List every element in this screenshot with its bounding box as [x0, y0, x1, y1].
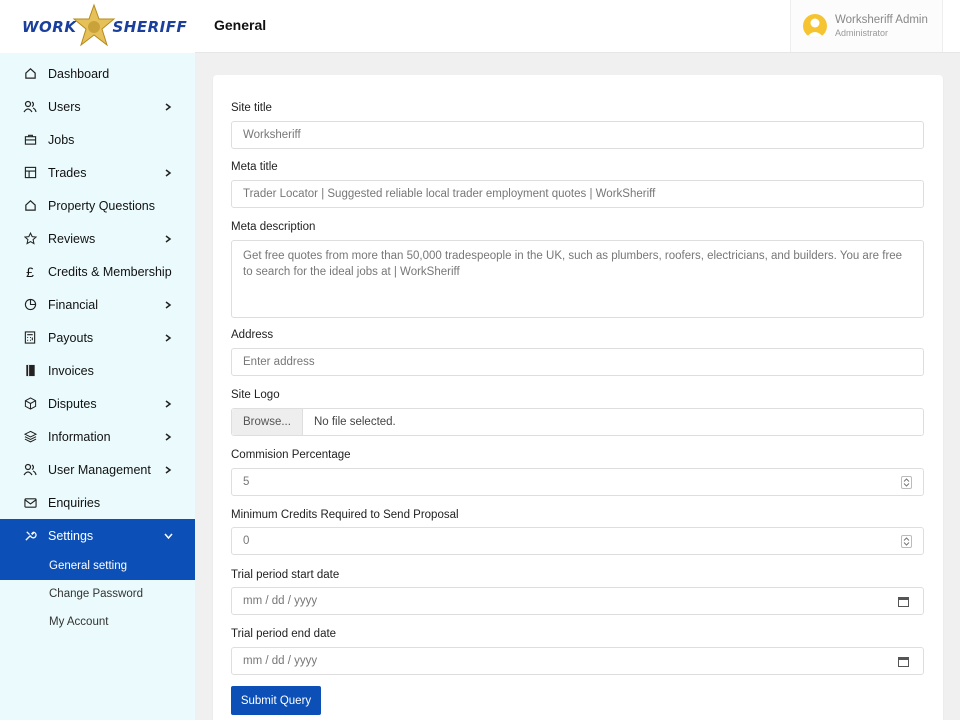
logo-text-left: WORK	[22, 17, 77, 36]
briefcase-icon	[23, 133, 37, 147]
user-name: Worksheriff Admin	[835, 14, 928, 26]
address-input[interactable]: Enter address	[231, 348, 924, 376]
trial-start-date-input[interactable]: mm / dd / yyyy	[231, 587, 924, 615]
commission-input[interactable]: 5	[231, 468, 924, 496]
meta-description-textarea[interactable]: Get free quotes from more than 50,000 tr…	[231, 240, 924, 318]
sidebar-item-information[interactable]: Information	[0, 420, 195, 453]
sidebar-item-settings[interactable]: Settings	[0, 519, 195, 552]
submenu-item-change-password[interactable]: Change Password	[0, 580, 195, 608]
sidebar-item-credits-membership[interactable]: £ Credits & Membership	[0, 255, 195, 288]
address-label: Address	[231, 329, 274, 341]
calendar-icon[interactable]	[898, 656, 909, 667]
sidebar-item-property-questions[interactable]: Property Questions	[0, 189, 195, 222]
settings-submenu: General setting Change Password My Accou…	[0, 552, 195, 636]
page-title: General	[214, 17, 267, 33]
sidebar-item-jobs[interactable]: Jobs	[0, 123, 195, 156]
sidebar-item-reviews[interactable]: Reviews	[0, 222, 195, 255]
sidebar-item-dashboard[interactable]: Dashboard	[0, 57, 195, 90]
browse-button[interactable]: Browse...	[232, 409, 303, 435]
file-status: No file selected.	[313, 416, 396, 428]
logo[interactable]: WORK SHERIFF	[0, 0, 195, 53]
commission-value: 5	[243, 476, 250, 488]
chevron-right-icon	[163, 465, 173, 475]
sidebar-item-disputes[interactable]: Disputes	[0, 387, 195, 420]
sidebar-item-financial[interactable]: Financial	[0, 288, 195, 321]
box-icon	[23, 397, 37, 411]
avatar	[803, 14, 827, 38]
meta-title-label: Meta title	[231, 161, 278, 173]
layers-icon	[23, 430, 37, 444]
page-scrollbar[interactable]	[952, 53, 960, 720]
min-credits-value: 0	[243, 535, 250, 547]
commission-label: Commision Percentage	[231, 449, 351, 461]
chevron-right-icon	[163, 333, 173, 343]
calendar-icon[interactable]	[898, 596, 909, 607]
chevron-right-icon	[163, 432, 173, 442]
number-spinner-icon[interactable]	[901, 476, 912, 489]
sidebar-item-user-management[interactable]: User Management	[0, 453, 195, 486]
home-icon	[23, 67, 37, 81]
submenu-item-my-account[interactable]: My Account	[0, 608, 195, 636]
chevron-right-icon	[163, 399, 173, 409]
tools-icon	[23, 529, 37, 543]
chevron-right-icon	[163, 168, 173, 178]
sidebar-item-enquiries[interactable]: Enquiries	[0, 486, 195, 519]
trial-end-placeholder: mm / dd / yyyy	[243, 655, 318, 667]
user-menu[interactable]: Worksheriff Admin Administrator	[790, 0, 943, 52]
trial-start-placeholder: mm / dd / yyyy	[243, 595, 318, 607]
chevron-right-icon	[163, 300, 173, 310]
site-title-label: Site title	[231, 102, 272, 114]
sidebar-item-users[interactable]: Users	[0, 90, 195, 123]
mail-icon	[23, 496, 37, 510]
logo-text-right: SHERIFF	[112, 17, 188, 36]
site-title-input[interactable]: Worksheriff	[231, 121, 924, 149]
min-credits-input[interactable]: 0	[231, 527, 924, 555]
number-spinner-icon[interactable]	[901, 535, 912, 548]
submit-button[interactable]: Submit Query	[231, 686, 321, 715]
pie-chart-icon	[23, 298, 37, 312]
meta-title-input[interactable]: Trader Locator | Suggested reliable loca…	[231, 180, 924, 208]
top-header: General Worksheriff Admin Administrator	[195, 0, 960, 53]
star-icon	[23, 232, 37, 246]
users-icon	[23, 100, 37, 114]
chevron-down-icon	[163, 531, 173, 541]
sidebar-item-payouts[interactable]: Payouts	[0, 321, 195, 354]
user-avatar-icon	[806, 18, 824, 38]
book-icon	[23, 364, 37, 378]
trial-end-date-input[interactable]: mm / dd / yyyy	[231, 647, 924, 675]
sidebar-item-invoices[interactable]: Invoices	[0, 354, 195, 387]
calculator-icon	[23, 331, 37, 345]
sidebar-nav: Dashboard Users Jobs Trades Property Que…	[0, 53, 195, 552]
submenu-item-general-setting[interactable]: General setting	[0, 552, 195, 580]
site-logo-label: Site Logo	[231, 389, 280, 401]
home-icon	[23, 199, 37, 213]
user-role: Administrator	[835, 28, 889, 38]
trial-start-label: Trial period start date	[231, 569, 340, 581]
site-logo-file-input[interactable]: Browse... No file selected.	[231, 408, 924, 436]
chevron-right-icon	[163, 102, 173, 112]
sidebar: WORK SHERIFF Dashboard Users Jobs Trades	[0, 0, 195, 720]
chevron-right-icon	[163, 234, 173, 244]
general-settings-form: Site title Worksheriff Meta title Trader…	[213, 75, 943, 720]
sidebar-item-trades[interactable]: Trades	[0, 156, 195, 189]
meta-description-label: Meta description	[231, 221, 316, 233]
pound-icon: £	[26, 263, 34, 280]
grid-icon	[23, 166, 37, 180]
sheriff-star-icon	[73, 3, 116, 46]
trial-end-label: Trial period end date	[231, 628, 337, 640]
users-icon	[23, 463, 37, 477]
min-credits-label: Minimum Credits Required to Send Proposa…	[231, 509, 459, 521]
